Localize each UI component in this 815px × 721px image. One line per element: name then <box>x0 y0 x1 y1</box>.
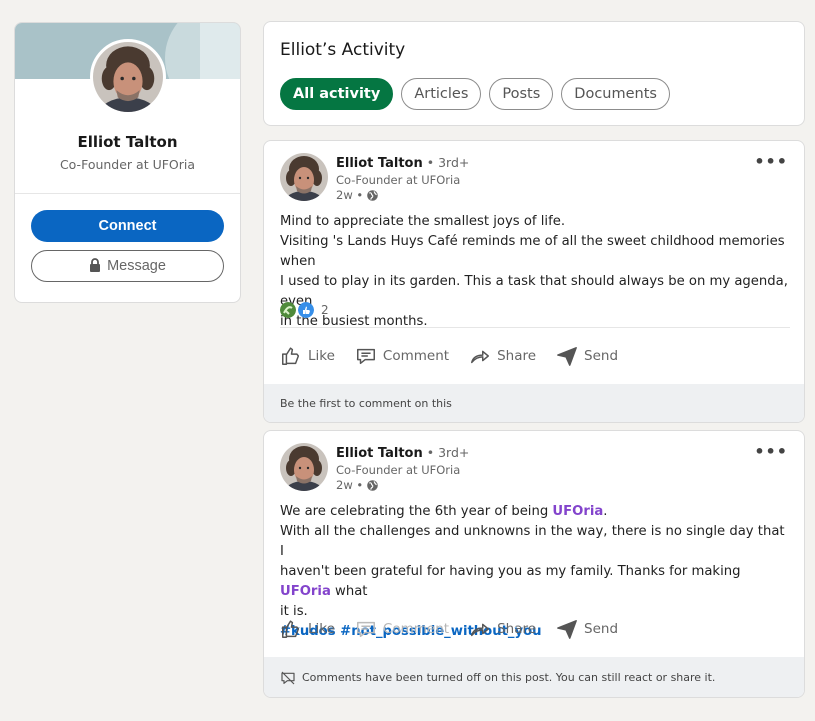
paper-plane-icon <box>557 347 577 366</box>
like-button[interactable]: Like <box>280 345 335 367</box>
share-button[interactable]: Share <box>469 345 536 367</box>
more-options-button[interactable]: ••• <box>754 152 788 171</box>
activity-tabs: All activity Articles Posts Documents <box>280 78 670 110</box>
post-author-headline: Co-Founder at UFOria <box>336 463 461 477</box>
share-arrow-icon <box>471 350 490 364</box>
comments-off-icon <box>281 671 295 684</box>
lock-icon <box>89 253 101 283</box>
feed-post: Elliot Talton • 3rd+ Co-Founder at UFOri… <box>263 430 805 698</box>
post-time: 2w • <box>336 478 379 492</box>
company-mention-link[interactable]: UFOria <box>280 584 331 599</box>
post-body: Mind to appreciate the smallest joys of … <box>280 214 788 329</box>
share-button[interactable]: Share <box>469 618 536 640</box>
thumbs-up-icon <box>282 347 300 365</box>
globe-icon <box>366 479 379 492</box>
thumbs-up-icon <box>282 620 300 638</box>
post-actions: Like Comment Share Send <box>280 618 618 640</box>
post-author-avatar[interactable] <box>280 443 328 491</box>
post-author-headline: Co-Founder at UFOria <box>336 173 461 187</box>
connect-button[interactable]: Connect <box>31 210 224 242</box>
comment-bubble-icon <box>356 348 375 365</box>
post-author[interactable]: Elliot Talton • 3rd+ <box>336 445 469 461</box>
tab-all-activity[interactable]: All activity <box>280 78 394 110</box>
paper-plane-icon <box>557 620 577 639</box>
more-options-button[interactable]: ••• <box>754 442 788 461</box>
globe-icon <box>366 189 379 202</box>
post-author[interactable]: Elliot Talton • 3rd+ <box>336 155 469 171</box>
tab-posts[interactable]: Posts <box>489 78 554 110</box>
activity-card: Elliot’s Activity All activity Articles … <box>263 21 805 126</box>
post-author-avatar[interactable] <box>280 153 328 201</box>
reaction-count[interactable]: 2 <box>321 303 329 317</box>
post-time: 2w • <box>336 188 379 202</box>
support-reaction-icon <box>280 302 296 318</box>
profile-name[interactable]: Elliot Talton <box>15 133 240 151</box>
avatar[interactable] <box>90 39 166 115</box>
tab-articles[interactable]: Articles <box>401 78 482 110</box>
message-button[interactable]: Message <box>31 250 224 282</box>
comments-footer: Be the first to comment on this <box>264 384 804 422</box>
comment-bubble-icon <box>356 621 375 638</box>
profile-card: Elliot Talton Co-Founder at UFOria Conne… <box>14 22 241 303</box>
divider <box>15 193 240 194</box>
reaction-summary[interactable]: 2 <box>280 302 329 318</box>
company-mention-link[interactable]: UFOria <box>552 504 603 519</box>
send-button[interactable]: Send <box>556 618 618 640</box>
post-actions: Like Comment Share Send <box>280 345 618 367</box>
comments-footer: Comments have been turned off on this po… <box>264 657 804 697</box>
message-button-label: Message <box>107 258 166 274</box>
like-button[interactable]: Like <box>280 618 335 640</box>
divider <box>280 327 790 328</box>
profile-headline: Co-Founder at UFOria <box>59 157 196 172</box>
comment-button[interactable]: Comment <box>355 345 449 367</box>
tab-documents[interactable]: Documents <box>561 78 670 110</box>
comment-button: Comment <box>355 618 449 640</box>
activity-title: Elliot’s Activity <box>280 40 406 60</box>
feed-post: Elliot Talton • 3rd+ Co-Founder at UFOri… <box>263 140 805 423</box>
share-arrow-icon <box>471 623 490 637</box>
like-reaction-icon <box>298 302 314 318</box>
send-button[interactable]: Send <box>556 345 618 367</box>
